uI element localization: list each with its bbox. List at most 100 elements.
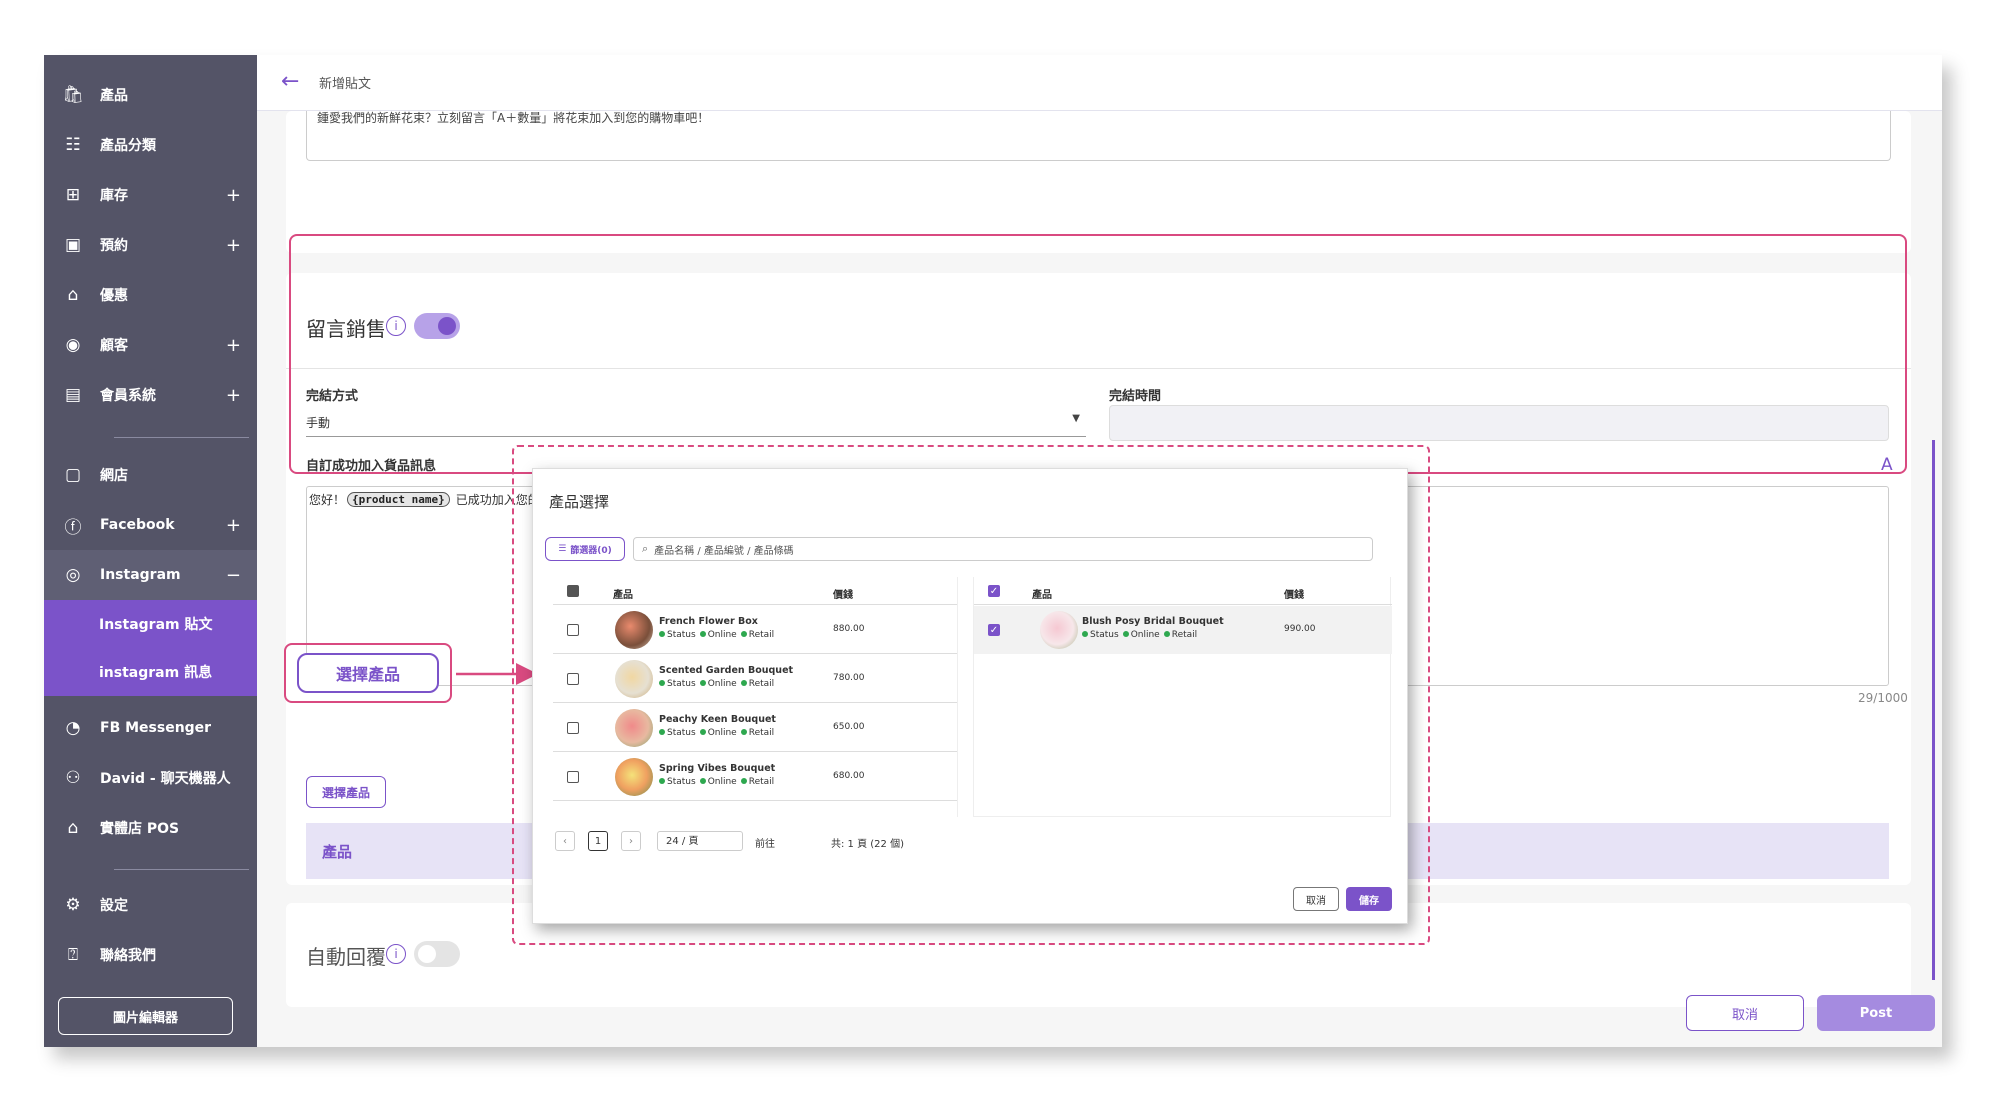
product-name: Blush Posy Bridal Bouquet	[1082, 616, 1224, 627]
inventory-icon: ⊞	[65, 185, 81, 205]
image-editor-button[interactable]: 圖片編輯器	[58, 997, 233, 1035]
sidebar-item-settings[interactable]: ⚙ 設定	[44, 880, 257, 930]
sidebar-subitem-instagram-posts[interactable]: Instagram 貼文	[44, 600, 257, 648]
prev-page-button[interactable]: ‹	[555, 831, 575, 851]
bot-icon: ⚇	[65, 768, 81, 788]
search-input[interactable]: ⌕ 產品名稱 / 產品編號 / 產品條碼	[633, 537, 1373, 561]
product-price: 680.00	[833, 771, 865, 781]
sidebar-item-inventory[interactable]: ⊞ 庫存 +	[44, 170, 257, 220]
list-item[interactable]: Scented Garden Bouquet Status Online Retai…	[553, 655, 957, 703]
sidebar: 🛍 產品 ☷ 產品分類 ⊞ 庫存 + ▣ 預約 + ⌂ 優惠 ◉ 顧客 + ▤ …	[44, 55, 257, 1047]
help-icon: ⍰	[67, 945, 79, 965]
list-item[interactable]: Peachy Keen Bouquet Status Online Retail 6…	[553, 704, 957, 752]
select-all-checkbox[interactable]	[567, 585, 579, 597]
per-page-select[interactable]: 24 / 頁	[657, 831, 743, 851]
expand-icon[interactable]: +	[226, 515, 241, 536]
sidebar-item-customers[interactable]: ◉ 顧客 +	[44, 320, 257, 370]
expand-icon[interactable]: +	[226, 335, 241, 356]
sidebar-item-label: 顧客	[100, 338, 128, 354]
selected-list-item[interactable]: ✓ Blush Posy Bridal Bouquet Status Online…	[974, 606, 1392, 654]
highlight-comment-sale	[289, 234, 1907, 474]
sidebar-item-facebook[interactable]: ⓕ Facebook +	[44, 500, 257, 550]
expand-icon[interactable]: +	[226, 185, 241, 206]
sidebar-item-fb-messenger[interactable]: ◔ FB Messenger	[44, 703, 257, 753]
collapse-icon[interactable]: −	[226, 565, 241, 586]
sidebar-item-pos[interactable]: ⌂ 實體店 POS	[44, 803, 257, 853]
expand-icon[interactable]: +	[226, 385, 241, 406]
cancel-button[interactable]: 取消	[1686, 995, 1804, 1031]
sidebar-item-label: 優惠	[100, 288, 128, 304]
product-list: 產品 價錢 French Flower Box Status Online Reta…	[553, 577, 958, 817]
list-item[interactable]: Spring Vibes Bouquet Status Online Retail …	[553, 753, 957, 801]
select-product-button-zoomed[interactable]: 選擇產品	[297, 653, 439, 693]
sidebar-divider	[114, 437, 249, 438]
sidebar-item-label: Facebook	[100, 517, 175, 533]
post-textarea[interactable]: 鍾愛我們的新鮮花束？立刻留言「A＋數量」將花束加入到您的購物車吧！	[306, 111, 1891, 161]
product-name: Scented Garden Bouquet	[659, 665, 794, 676]
next-page-button[interactable]: ›	[621, 831, 641, 851]
list-header: 產品 價錢	[553, 577, 957, 605]
sidebar-item-label: 網店	[100, 468, 128, 484]
product-status: Status Online Retail	[1078, 630, 1197, 640]
post-button[interactable]: Post	[1817, 995, 1935, 1031]
toggle-knob	[418, 945, 436, 963]
sidebar-item-categories[interactable]: ☷ 產品分類	[44, 120, 257, 170]
sidebar-subitem-instagram-messages[interactable]: instagram 訊息	[44, 648, 257, 696]
sidebar-item-chatbot[interactable]: ⚇ David - 聊天機器人	[44, 753, 257, 803]
sidebar-item-label: 庫存	[100, 188, 128, 204]
expand-icon[interactable]: +	[226, 235, 241, 256]
post-text: 鍾愛我們的新鮮花束？立刻留言「A＋數量」將花束加入到您的購物車吧！	[317, 111, 710, 125]
filter-icon: ☰	[558, 544, 567, 554]
product-thumbnail	[615, 611, 653, 649]
row-checkbox[interactable]: ✓	[988, 624, 1000, 636]
sidebar-item-store[interactable]: ▢ 網店	[44, 450, 257, 500]
list-icon: ☷	[65, 135, 81, 155]
col-product-header: 產品	[613, 590, 633, 601]
row-checkbox[interactable]	[567, 673, 579, 685]
list-item[interactable]: French Flower Box Status Online Retail 880…	[553, 606, 957, 654]
store-icon: ▢	[64, 465, 82, 485]
back-arrow-icon[interactable]: ←	[281, 69, 299, 94]
product-name-tag: {product name}	[347, 492, 450, 507]
modal-title: 產品選擇	[549, 493, 610, 511]
shopping-bag-icon: 🛍	[62, 85, 84, 105]
scrollbar[interactable]	[1932, 440, 1935, 980]
sidebar-item-booking[interactable]: ▣ 預約 +	[44, 220, 257, 270]
selected-all-checkbox[interactable]: ✓	[988, 585, 1000, 597]
gear-icon: ⚙	[65, 895, 81, 915]
product-thumbnail	[615, 660, 653, 698]
char-count: 29/1000	[1858, 691, 1908, 705]
auto-reply-toggle[interactable]	[414, 941, 460, 967]
product-status: Status Online Retail	[655, 679, 774, 689]
sidebar-item-label: David - 聊天機器人	[100, 771, 231, 787]
product-price: 650.00	[833, 722, 865, 732]
row-checkbox[interactable]	[567, 624, 579, 636]
sidebar-item-products[interactable]: 🛍 產品	[44, 70, 257, 120]
page-number-button[interactable]: 1	[588, 831, 608, 851]
instagram-icon: ◎	[65, 565, 81, 585]
product-thumbnail	[1040, 611, 1078, 649]
sidebar-item-contact[interactable]: ⍰ 聯絡我們	[44, 930, 257, 980]
sidebar-item-label: FB Messenger	[100, 720, 212, 736]
product-thumbnail	[615, 758, 653, 796]
filter-label: 篩選器(0)	[570, 545, 612, 556]
row-checkbox[interactable]	[567, 722, 579, 734]
modal-cancel-button[interactable]: 取消	[1293, 887, 1339, 911]
row-checkbox[interactable]	[567, 771, 579, 783]
search-icon: ⌕	[642, 542, 649, 555]
product-price: 880.00	[833, 624, 865, 634]
sidebar-item-membership[interactable]: ▤ 會員系統 +	[44, 370, 257, 420]
sidebar-divider	[114, 869, 249, 870]
sidebar-item-promotions[interactable]: ⌂ 優惠	[44, 270, 257, 320]
filter-button[interactable]: ☰ 篩選器(0)	[545, 537, 625, 561]
sidebar-item-label: 聯絡我們	[100, 948, 156, 964]
facebook-icon: ⓕ	[64, 517, 82, 538]
modal-save-button[interactable]: 儲存	[1346, 887, 1392, 911]
product-price: 780.00	[833, 673, 865, 683]
product-thumbnail	[615, 709, 653, 747]
sidebar-item-instagram[interactable]: ◎ Instagram −	[44, 550, 257, 600]
selected-list-header: ✓ 產品 價錢	[974, 577, 1392, 605]
select-product-button[interactable]: 選擇產品	[306, 776, 386, 808]
info-icon[interactable]: i	[386, 944, 406, 964]
sidebar-item-label: 實體店 POS	[100, 821, 180, 837]
